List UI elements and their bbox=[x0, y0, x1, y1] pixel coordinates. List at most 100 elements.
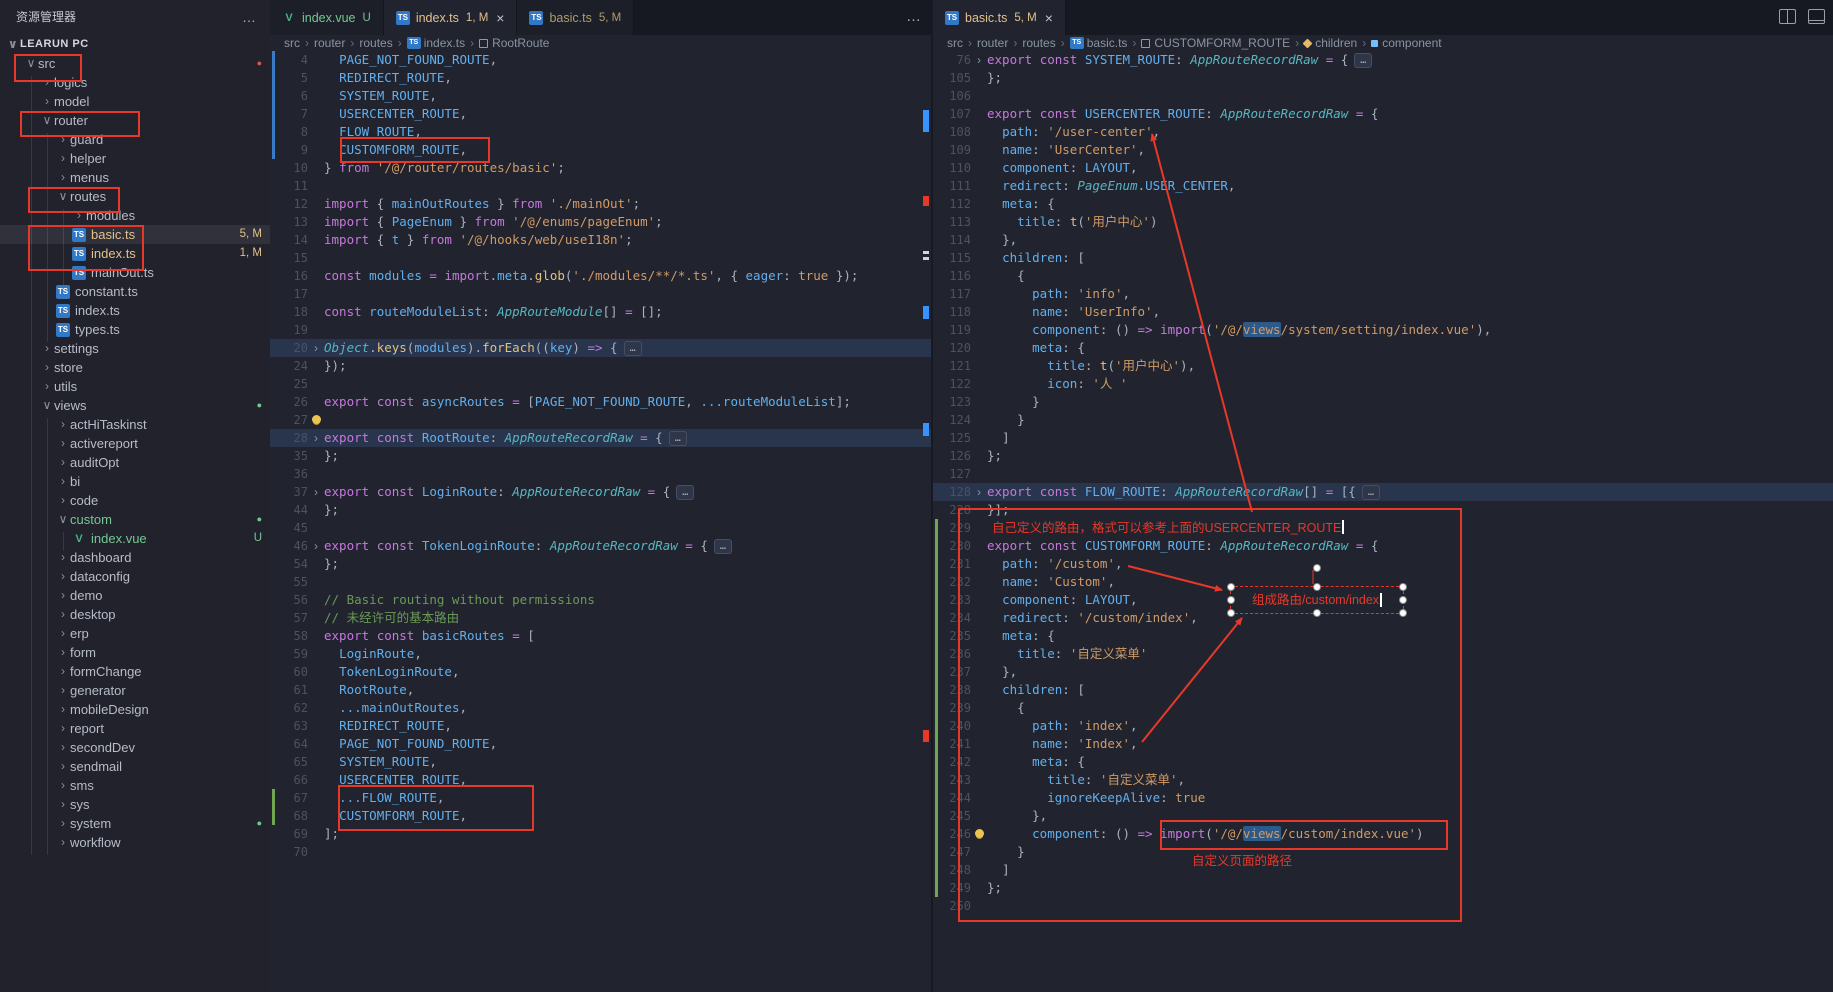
tab-close-icon[interactable]: × bbox=[496, 10, 504, 26]
tree-item-formchange[interactable]: ›formChange bbox=[0, 662, 270, 681]
code-line-46[interactable]: 46›export const TokenLoginRoute: AppRout… bbox=[270, 537, 931, 555]
tree-item-code[interactable]: ›code bbox=[0, 491, 270, 510]
breadcrumb-item-src[interactable]: src bbox=[947, 36, 963, 50]
tree-item-menus[interactable]: ›menus bbox=[0, 168, 270, 187]
code-line-14[interactable]: 14import { t } from '/@/hooks/web/useI18… bbox=[270, 231, 931, 249]
code-line-44[interactable]: 44}; bbox=[270, 501, 931, 519]
folded-region-badge[interactable]: … bbox=[714, 539, 732, 554]
code-line-124[interactable]: 124 } bbox=[933, 411, 1833, 429]
tree-item-report[interactable]: ›report bbox=[0, 719, 270, 738]
tree-item-bi[interactable]: ›bi bbox=[0, 472, 270, 491]
code-line-68[interactable]: 68 CUSTOMFORM_ROUTE, bbox=[270, 807, 931, 825]
fold-chevron-icon[interactable]: › bbox=[971, 485, 987, 499]
tree-item-constant-ts[interactable]: TSconstant.ts bbox=[0, 282, 270, 301]
tree-item-acthitaskinst[interactable]: ›actHiTaskinst bbox=[0, 415, 270, 434]
code-line-232[interactable]: 232 name: 'Custom', bbox=[933, 573, 1833, 591]
code-line-66[interactable]: 66 USERCENTER_ROUTE, bbox=[270, 771, 931, 789]
tree-item-store[interactable]: ›store bbox=[0, 358, 270, 377]
split-editor-icon[interactable] bbox=[1779, 9, 1796, 24]
tree-item-custom[interactable]: ∨custom● bbox=[0, 510, 270, 529]
code-line-243[interactable]: 243 title: '自定义菜单', bbox=[933, 771, 1833, 789]
tree-item-basic-ts[interactable]: TSbasic.ts5, M bbox=[0, 225, 270, 244]
tab-basic-ts[interactable]: TSbasic.ts5, M× bbox=[933, 0, 1066, 35]
code-line-55[interactable]: 55 bbox=[270, 573, 931, 591]
code-line-111[interactable]: 111 redirect: PageEnum.USER_CENTER, bbox=[933, 177, 1833, 195]
code-line-69[interactable]: 69]; bbox=[270, 825, 931, 843]
code-line-15[interactable]: 15 bbox=[270, 249, 931, 267]
tree-item-auditopt[interactable]: ›auditOpt bbox=[0, 453, 270, 472]
code-line-13[interactable]: 13import { PageEnum } from '/@/enums/pag… bbox=[270, 213, 931, 231]
tree-item-desktop[interactable]: ›desktop bbox=[0, 605, 270, 624]
folded-region-badge[interactable]: … bbox=[669, 431, 687, 446]
fold-chevron-icon[interactable]: › bbox=[308, 485, 324, 499]
tree-item-index-ts[interactable]: TSindex.ts1, M bbox=[0, 244, 270, 263]
code-line-61[interactable]: 61 RootRoute, bbox=[270, 681, 931, 699]
tree-item-utils[interactable]: ›utils bbox=[0, 377, 270, 396]
tree-item-logics[interactable]: ›logics bbox=[0, 73, 270, 92]
code-line-8[interactable]: 8 FLOW_ROUTE, bbox=[270, 123, 931, 141]
breadcrumb-item-src[interactable]: src bbox=[284, 36, 300, 50]
code-line-25[interactable]: 25 bbox=[270, 375, 931, 393]
editor-actions-more-icon[interactable]: … bbox=[906, 8, 921, 25]
code-line-115[interactable]: 115 children: [ bbox=[933, 249, 1833, 267]
code-line-58[interactable]: 58export const basicRoutes = [ bbox=[270, 627, 931, 645]
code-line-236[interactable]: 236 title: '自定义菜单' bbox=[933, 645, 1833, 663]
tree-item-demo[interactable]: ›demo bbox=[0, 586, 270, 605]
code-line-240[interactable]: 240 path: 'index', bbox=[933, 717, 1833, 735]
code-line-106[interactable]: 106 bbox=[933, 87, 1833, 105]
code-line-26[interactable]: 26export const asyncRoutes = [PAGE_NOT_F… bbox=[270, 393, 931, 411]
breadcrumb-item-children[interactable]: children bbox=[1304, 36, 1357, 50]
code-line-10[interactable]: 10} from '/@/router/routes/basic'; bbox=[270, 159, 931, 177]
code-line-114[interactable]: 114 }, bbox=[933, 231, 1833, 249]
code-line-56[interactable]: 56// Basic routing without permissions bbox=[270, 591, 931, 609]
tree-item-system[interactable]: ›system● bbox=[0, 814, 270, 833]
code-line-244[interactable]: 244 ignoreKeepAlive: true bbox=[933, 789, 1833, 807]
code-line-229[interactable]: 229 bbox=[933, 519, 1833, 537]
code-line-126[interactable]: 126}; bbox=[933, 447, 1833, 465]
breadcrumb-item-router[interactable]: router bbox=[314, 36, 345, 50]
code-line-35[interactable]: 35}; bbox=[270, 447, 931, 465]
code-line-127[interactable]: 127 bbox=[933, 465, 1833, 483]
tree-item-routes[interactable]: ∨routes bbox=[0, 187, 270, 206]
folded-region-badge[interactable]: … bbox=[624, 341, 642, 356]
tree-item-mainout-ts[interactable]: TSmainOut.ts bbox=[0, 263, 270, 282]
tree-item-helper[interactable]: ›helper bbox=[0, 149, 270, 168]
tree-item-dataconfig[interactable]: ›dataconfig bbox=[0, 567, 270, 586]
breadcrumb-item-component[interactable]: component bbox=[1371, 36, 1441, 50]
code-line-121[interactable]: 121 title: t('用户中心'), bbox=[933, 357, 1833, 375]
code-line-250[interactable]: 250 bbox=[933, 897, 1833, 915]
code-line-76[interactable]: 76›export const SYSTEM_ROUTE: AppRouteRe… bbox=[933, 51, 1833, 69]
fold-chevron-icon[interactable]: › bbox=[308, 539, 324, 553]
code-line-238[interactable]: 238 children: [ bbox=[933, 681, 1833, 699]
code-line-228[interactable]: 228}]; bbox=[933, 501, 1833, 519]
code-line-16[interactable]: 16const modules = import.meta.glob('./mo… bbox=[270, 267, 931, 285]
tree-item-mobiledesign[interactable]: ›mobileDesign bbox=[0, 700, 270, 719]
editor-layout-icon[interactable] bbox=[1808, 9, 1825, 24]
code-line-231[interactable]: 231 path: '/custom', bbox=[933, 555, 1833, 573]
code-line-230[interactable]: 230export const CUSTOMFORM_ROUTE: AppRou… bbox=[933, 537, 1833, 555]
code-line-245[interactable]: 245 }, bbox=[933, 807, 1833, 825]
code-line-4[interactable]: 4 PAGE_NOT_FOUND_ROUTE, bbox=[270, 51, 931, 69]
code-line-119[interactable]: 119 component: () => import('/@/views/sy… bbox=[933, 321, 1833, 339]
code-line-241[interactable]: 241 name: 'Index', bbox=[933, 735, 1833, 753]
tab-close-icon[interactable]: × bbox=[1045, 10, 1053, 26]
code-line-234[interactable]: 234 redirect: '/custom/index', bbox=[933, 609, 1833, 627]
tree-item-router[interactable]: ∨router bbox=[0, 111, 270, 130]
tree-item-src[interactable]: ∨src● bbox=[0, 54, 270, 73]
tree-item-workflow[interactable]: ›workflow bbox=[0, 833, 270, 852]
code-line-235[interactable]: 235 meta: { bbox=[933, 627, 1833, 645]
tree-item-model[interactable]: ›model bbox=[0, 92, 270, 111]
code-line-5[interactable]: 5 REDIRECT_ROUTE, bbox=[270, 69, 931, 87]
code-line-123[interactable]: 123 } bbox=[933, 393, 1833, 411]
tree-item-sendmail[interactable]: ›sendmail bbox=[0, 757, 270, 776]
breadcrumb-item-routes[interactable]: routes bbox=[359, 36, 392, 50]
breadcrumb-item-customform-route[interactable]: CUSTOMFORM_ROUTE bbox=[1141, 36, 1290, 50]
code-line-70[interactable]: 70 bbox=[270, 843, 931, 861]
folded-region-badge[interactable]: … bbox=[1354, 53, 1372, 68]
code-line-54[interactable]: 54}; bbox=[270, 555, 931, 573]
code-line-108[interactable]: 108 path: '/user-center', bbox=[933, 123, 1833, 141]
tree-item-settings[interactable]: ›settings bbox=[0, 339, 270, 358]
code-line-67[interactable]: 67 ...FLOW_ROUTE, bbox=[270, 789, 931, 807]
tree-item-guard[interactable]: ›guard bbox=[0, 130, 270, 149]
tree-item-generator[interactable]: ›generator bbox=[0, 681, 270, 700]
